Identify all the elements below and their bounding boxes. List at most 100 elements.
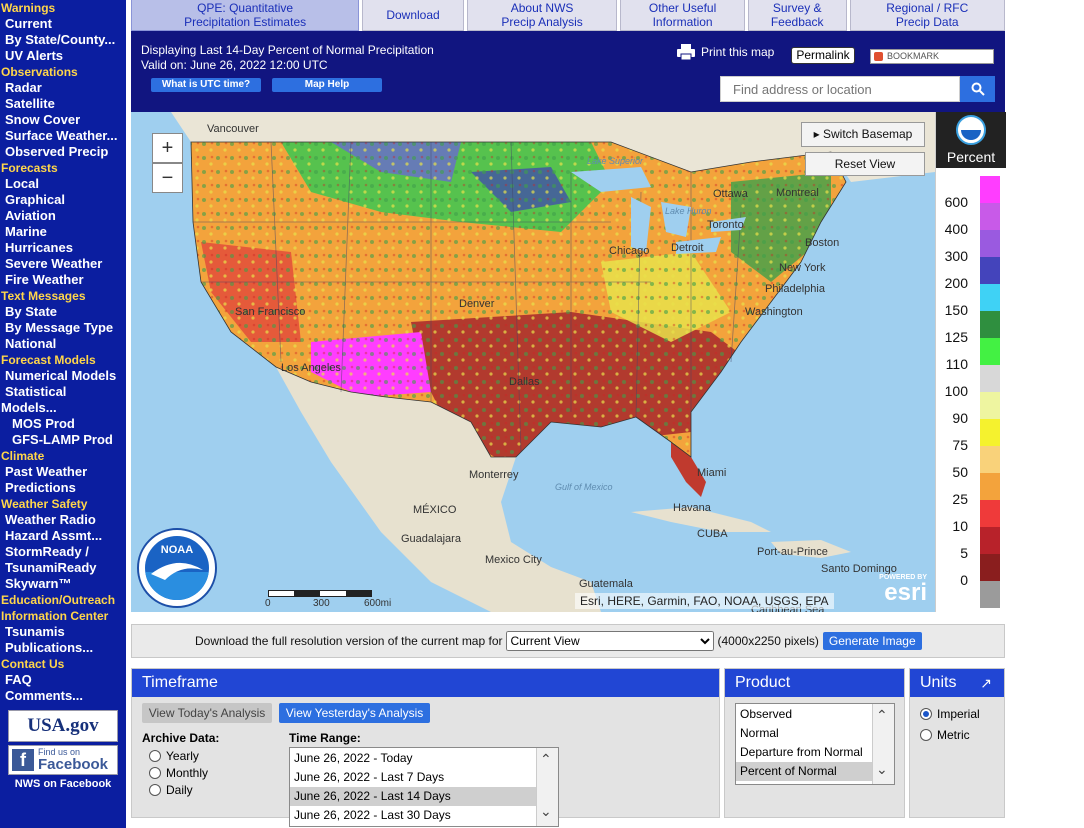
sidebar-item-mos-prod[interactable]: MOS Prod <box>0 416 126 432</box>
sidebar-item-faq[interactable]: FAQ <box>0 672 126 688</box>
utc-time-button[interactable]: What is UTC time? <box>151 78 261 92</box>
product-option[interactable]: Departure from Normal <box>736 743 872 762</box>
product-option[interactable]: Normal <box>736 724 872 743</box>
sidebar-item-comments[interactable]: Comments... <box>0 688 126 704</box>
displaying-text: Displaying Last 14-Day Percent of Normal… <box>141 43 434 57</box>
sidebar-item-past-weather[interactable]: Past Weather <box>0 464 126 480</box>
sidebar-item-satellite[interactable]: Satellite <box>0 96 126 112</box>
bookmark-button[interactable]: BOOKMARK <box>870 49 994 64</box>
product-listbox[interactable]: Observed Normal Departure from Normal Perce… <box>735 703 895 785</box>
sidebar-item-models[interactable]: Models... <box>0 400 126 416</box>
facebook-badge[interactable]: f Find us on Facebook <box>8 745 118 775</box>
search-input[interactable] <box>720 76 960 102</box>
reset-view-button[interactable]: Reset View <box>805 152 925 176</box>
tab-qpe-quantitative[interactable]: QPE: Quantitative Precipitation Estimates <box>131 0 360 31</box>
product-option[interactable]: Observed <box>736 705 872 724</box>
chevron-up-icon[interactable]: ⌃ <box>876 708 888 722</box>
sidebar-item-aviation[interactable]: Aviation <box>0 208 126 224</box>
legend-label: 75 <box>952 437 968 453</box>
sidebar-item-current[interactable]: Current <box>0 16 126 32</box>
sidebar-item-skywarn[interactable]: Skywarn™ <box>0 576 126 592</box>
tab-other-useful[interactable]: Other Useful Information <box>620 0 745 31</box>
archive-radio-yearly[interactable]: Yearly <box>149 747 208 764</box>
tab-survey[interactable]: Survey & Feedback <box>747 0 847 31</box>
archive-radio-monthly[interactable]: Monthly <box>149 764 208 781</box>
sidebar-item-radar[interactable]: Radar <box>0 80 126 96</box>
precipitation-map[interactable]: Vancouver Ottawa Montreal Toronto Boston Detr… <box>131 112 935 612</box>
search-icon <box>971 82 985 96</box>
sidebar-item-marine[interactable]: Marine <box>0 224 126 240</box>
tab-about-nws[interactable]: About NWS Precip Analysis <box>466 0 618 31</box>
time-range-option[interactable]: June 26, 2022 - Last 14 Days <box>290 787 537 806</box>
product-scrollbar[interactable]: ⌃ ⌄ <box>872 704 894 784</box>
product-title: Product <box>725 669 904 697</box>
sidebar-item-snow-cover[interactable]: Snow Cover <box>0 112 126 128</box>
legend-label: 5 <box>960 545 968 561</box>
chevron-down-icon[interactable]: ⌄ <box>876 762 888 776</box>
sidebar-item-by-state[interactable]: By State <box>0 304 126 320</box>
units-radio-metric[interactable]: Metric <box>920 724 980 745</box>
city-label: Guatemala <box>579 578 633 590</box>
radio-label: Daily <box>166 782 193 797</box>
product-option[interactable]: Percent of Normal <box>736 762 872 781</box>
radio-circle <box>149 766 161 779</box>
sidebar-item-tsunamis[interactable]: Tsunamis <box>0 624 126 640</box>
zoom-out-button[interactable]: − <box>152 163 183 193</box>
download-view-select[interactable]: Current View <box>505 631 714 651</box>
scale-bar <box>268 590 372 597</box>
view-today-button[interactable]: View Today's Analysis <box>142 703 272 723</box>
legend-label: 110 <box>945 356 968 372</box>
tab-label: Survey & Feedback <box>771 1 824 29</box>
sidebar-item-predictions[interactable]: Predictions <box>0 480 126 496</box>
expand-icon[interactable]: ↗ <box>980 669 992 697</box>
chevron-down-icon[interactable]: ⌄ <box>540 804 552 818</box>
permalink-button[interactable]: Permalink <box>791 47 855 64</box>
sidebar-heading-contact-us: Contact Us <box>1 657 65 671</box>
sidebar-item-observed-precip[interactable]: Observed Precip <box>0 144 126 160</box>
time-range-option[interactable]: June 26, 2022 - Today <box>290 749 537 768</box>
print-map-link[interactable]: Print this map <box>677 44 774 60</box>
search-button[interactable] <box>960 76 995 102</box>
time-range-listbox[interactable]: June 26, 2022 - Today June 26, 2022 - Las… <box>289 747 559 827</box>
sidebar-item-numerical-models[interactable]: Numerical Models <box>0 368 126 384</box>
water-label: Lake Huron <box>665 206 712 216</box>
chevron-up-icon[interactable]: ⌃ <box>540 752 552 766</box>
sidebar-item-severe-weather[interactable]: Severe Weather <box>0 256 126 272</box>
sidebar-item-local[interactable]: Local <box>0 176 126 192</box>
sidebar-item-graphical[interactable]: Graphical <box>0 192 126 208</box>
switch-basemap-button[interactable]: ▸ Switch Basemap <box>801 122 925 147</box>
sidebar-item-statistical[interactable]: Statistical <box>0 384 126 400</box>
zoom-in-button[interactable]: + <box>152 133 183 163</box>
tab-download[interactable]: Download <box>362 0 464 31</box>
sidebar-item-by-state-county[interactable]: By State/County... <box>0 32 126 48</box>
time-range-option[interactable]: June 26, 2022 - Last 30 Days <box>290 806 537 825</box>
sidebar-item-stormready[interactable]: StormReady / <box>0 544 126 560</box>
sidebar-item-national[interactable]: National <box>0 336 126 352</box>
sidebar-item-surface-weather[interactable]: Surface Weather... <box>0 128 126 144</box>
time-range-option[interactable]: June 26, 2022 - Last 7 Days <box>290 768 537 787</box>
legend-label: 25 <box>952 491 968 507</box>
time-range-scrollbar[interactable]: ⌃ ⌄ <box>536 748 558 826</box>
sidebar-item-uv-alerts[interactable]: UV Alerts <box>0 48 126 64</box>
sidebar-item-tsunamiready[interactable]: TsunamiReady <box>0 560 126 576</box>
sidebar-item-hazard-assmt[interactable]: Hazard Assmt... <box>0 528 126 544</box>
sidebar-item-publications[interactable]: Publications... <box>0 640 126 656</box>
city-label: Monterrey <box>469 469 519 481</box>
archive-radio-daily[interactable]: Daily <box>149 781 208 798</box>
radio-circle <box>920 728 932 741</box>
sidebar-item-gfs-lamp-prod[interactable]: GFS-LAMP Prod <box>0 432 126 448</box>
sidebar-item-weather-radio[interactable]: Weather Radio <box>0 512 126 528</box>
sidebar-links: Warnings Current By State/County... UV Aler… <box>0 0 126 704</box>
units-radio-imperial[interactable]: Imperial <box>920 703 980 724</box>
map-help-button[interactable]: Map Help <box>272 78 382 92</box>
generate-image-button[interactable]: Generate Image <box>822 632 922 650</box>
city-label: Havana <box>673 502 711 514</box>
legend-label: 10 <box>952 518 968 534</box>
sidebar-item-fire-weather[interactable]: Fire Weather <box>0 272 126 288</box>
legend-label: 125 <box>944 329 968 345</box>
usa-gov-badge[interactable]: USA.gov <box>8 710 118 742</box>
sidebar-item-by-message-type[interactable]: By Message Type <box>0 320 126 336</box>
sidebar-item-hurricanes[interactable]: Hurricanes <box>0 240 126 256</box>
view-yesterday-button[interactable]: View Yesterday's Analysis <box>279 703 430 723</box>
tab-regional-rfc[interactable]: Regional / RFC Precip Data <box>849 0 1005 31</box>
